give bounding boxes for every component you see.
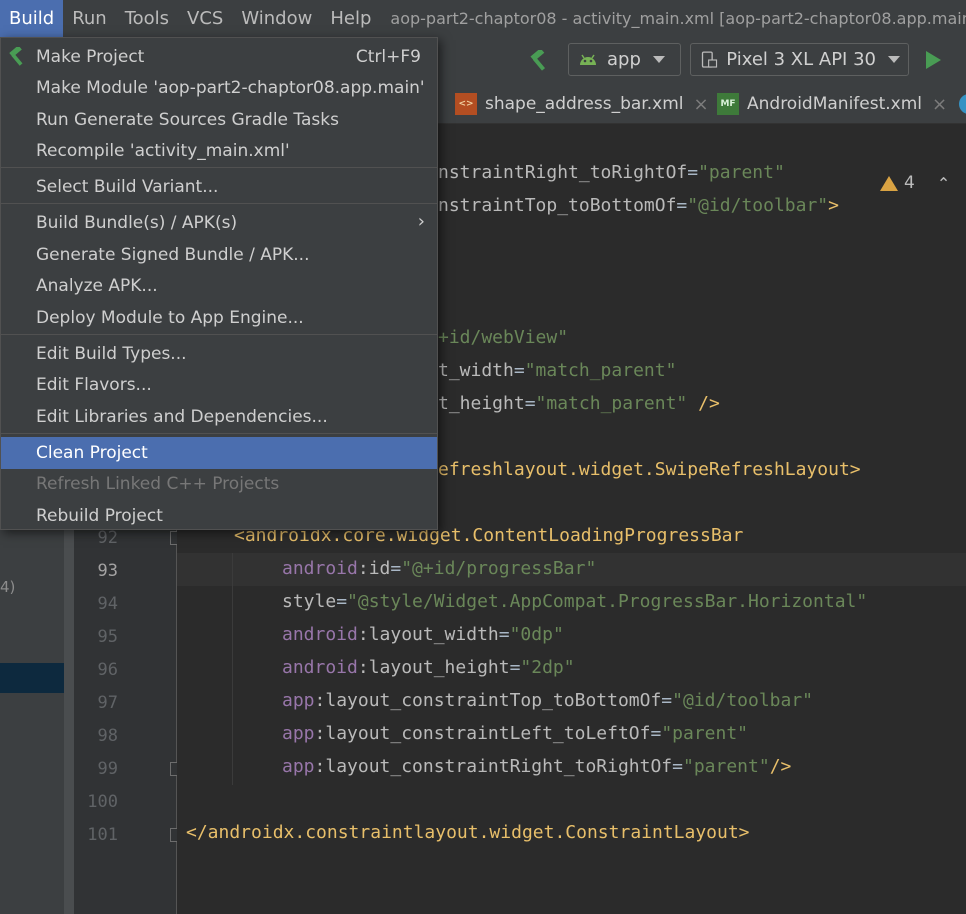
project-tree-selection[interactable] xyxy=(0,663,64,693)
close-icon[interactable]: × xyxy=(693,94,708,115)
tab-label: AndroidManifest.xml xyxy=(747,94,923,114)
run-configuration-dropdown[interactable]: app xyxy=(568,43,681,76)
menu-item-label: Edit Flavors... xyxy=(36,375,152,395)
menu-run[interactable]: Run xyxy=(63,0,116,37)
menu-build[interactable]: Build xyxy=(0,0,64,37)
code-line: app:layout_constraintLeft_toLeftOf="pare… xyxy=(282,723,749,744)
editor-tab-strip: <> shape_address_bar.xml × MF AndroidMan… xyxy=(438,84,966,124)
project-tree-fragment: 4) xyxy=(0,578,16,596)
run-configuration-label: app xyxy=(607,49,641,70)
chevron-right-icon: › xyxy=(417,211,425,232)
menu-item-label: Clean Project xyxy=(36,443,148,463)
line-number: 98 xyxy=(97,726,118,746)
menu-item-refresh-linked-cpp: Refresh Linked C++ Projects xyxy=(1,468,437,500)
menu-item-label: Edit Build Types... xyxy=(36,344,187,364)
line-number: 97 xyxy=(97,693,118,713)
code-line: app:layout_constraintTop_toBottomOf="@id… xyxy=(282,690,814,711)
inspection-widget[interactable]: 4 ⌃ xyxy=(880,173,950,193)
menu-item-label: Refresh Linked C++ Projects xyxy=(36,474,280,494)
line-number: 94 xyxy=(97,594,118,614)
chevron-down-icon xyxy=(888,56,900,63)
menu-help[interactable]: Help xyxy=(321,0,380,37)
chevron-down-icon xyxy=(652,56,665,63)
main-menu-bar: Build Run Tools VCS Window Help aop-part… xyxy=(0,0,966,37)
code-line: android:layout_width="0dp" xyxy=(282,624,564,645)
menu-item-run-generate-sources[interactable]: Run Generate Sources Gradle Tasks xyxy=(1,104,437,136)
line-number: 96 xyxy=(97,660,118,680)
menu-tools[interactable]: Tools xyxy=(116,0,178,37)
menu-item-rebuild-project[interactable]: Rebuild Project xyxy=(1,500,437,532)
device-label: Pixel 3 XL API 30 xyxy=(726,49,876,70)
code-line: app:layout_constraintRight_toRightOf="pa… xyxy=(282,756,792,777)
menu-separator xyxy=(1,433,437,434)
chevron-up-icon[interactable]: ⌃ xyxy=(937,174,950,193)
warning-icon xyxy=(880,175,898,191)
menu-item-label: Deploy Module to App Engine... xyxy=(36,308,304,328)
code-line: android:id="@+id/progressBar" xyxy=(282,558,597,579)
menu-item-edit-flavors[interactable]: Edit Flavors... xyxy=(1,369,437,401)
tab-overflow-icon[interactable] xyxy=(959,94,966,114)
manifest-file-icon: MF xyxy=(717,93,739,115)
menu-item-label: Edit Libraries and Dependencies... xyxy=(36,407,328,427)
tab-shape-address-bar[interactable]: <> shape_address_bar.xml × xyxy=(455,84,709,124)
device-dropdown[interactable]: Pixel 3 XL API 30 xyxy=(690,43,909,76)
menu-item-edit-build-types[interactable]: Edit Build Types... xyxy=(1,338,437,370)
menu-item-label: Select Build Variant... xyxy=(36,177,219,197)
window-title: aop-part2-chaptor08 - activity_main.xml … xyxy=(390,9,966,28)
menu-item-label: Run Generate Sources Gradle Tasks xyxy=(36,110,339,130)
tab-label: shape_address_bar.xml xyxy=(485,94,684,114)
menu-item-label: Generate Signed Bundle / APK... xyxy=(36,245,310,265)
menu-item-generate-signed-bundle[interactable]: Generate Signed Bundle / APK... xyxy=(1,239,437,271)
menu-separator xyxy=(1,334,437,335)
tab-android-manifest[interactable]: MF AndroidManifest.xml × xyxy=(717,84,947,124)
line-number-current: 93 xyxy=(97,561,118,581)
code-line: android:layout_height="2dp" xyxy=(282,657,575,678)
menu-separator xyxy=(1,203,437,204)
code-line: nstraintTop_toBottomOf="@id/toolbar"> xyxy=(438,195,839,216)
code-line: +id/webView" xyxy=(438,327,569,348)
code-line: t_width="match_parent" xyxy=(438,360,677,381)
hammer-icon xyxy=(9,47,23,66)
menu-vcs[interactable]: VCS xyxy=(178,0,232,37)
menu-separator xyxy=(1,167,437,168)
menu-item-make-module[interactable]: Make Module 'aop-part2-chaptor08.app.mai… xyxy=(1,72,437,104)
phone-icon xyxy=(701,50,718,68)
hammer-icon[interactable] xyxy=(528,50,550,72)
menu-item-label: Make Module 'aop-part2-chaptor08.app.mai… xyxy=(36,78,425,98)
menu-item-label: Recompile 'activity_main.xml' xyxy=(36,141,290,161)
run-icon[interactable] xyxy=(926,51,941,69)
code-line: style="@style/Widget.AppCompat.ProgressB… xyxy=(282,591,868,612)
menu-item-label: Rebuild Project xyxy=(36,506,163,526)
code-line: efreshlayout.widget.SwipeRefreshLayout> xyxy=(438,459,861,480)
warning-count: 4 xyxy=(904,173,915,193)
menu-item-label: Analyze APK... xyxy=(36,276,158,296)
menu-item-edit-libraries[interactable]: Edit Libraries and Dependencies... xyxy=(1,401,437,433)
menu-item-clean-project[interactable]: Clean Project xyxy=(1,437,437,469)
menu-item-analyze-apk[interactable]: Analyze APK... xyxy=(1,270,437,302)
indent-guide xyxy=(232,553,233,785)
menu-item-label: Build Bundle(s) / APK(s) xyxy=(36,213,238,233)
build-menu-dropdown: Make Project Ctrl+F9 Make Module 'aop-pa… xyxy=(0,37,438,530)
menu-item-build-bundles-apks[interactable]: Build Bundle(s) / APK(s) › xyxy=(1,207,437,239)
code-line: </androidx.constraintlayout.widget.Const… xyxy=(186,822,750,843)
android-icon xyxy=(580,54,596,65)
menu-window[interactable]: Window xyxy=(232,0,321,37)
menu-item-recompile[interactable]: Recompile 'activity_main.xml' xyxy=(1,135,437,167)
menu-item-shortcut: Ctrl+F9 xyxy=(355,47,421,67)
line-number: 99 xyxy=(97,759,118,779)
menu-item-make-project[interactable]: Make Project Ctrl+F9 xyxy=(1,41,437,73)
menu-item-deploy-module[interactable]: Deploy Module to App Engine... xyxy=(1,302,437,334)
menu-item-label: Make Project xyxy=(36,47,145,67)
xml-file-icon: <> xyxy=(455,93,477,115)
line-number: 95 xyxy=(97,627,118,647)
menu-item-select-build-variant[interactable]: Select Build Variant... xyxy=(1,171,437,203)
line-number: 100 xyxy=(87,792,118,812)
close-icon[interactable]: × xyxy=(932,94,947,115)
line-number: 101 xyxy=(87,825,118,845)
code-line: t_height="match_parent" /> xyxy=(438,393,720,414)
code-line: nstraintRight_toRightOf="parent" xyxy=(438,162,785,183)
